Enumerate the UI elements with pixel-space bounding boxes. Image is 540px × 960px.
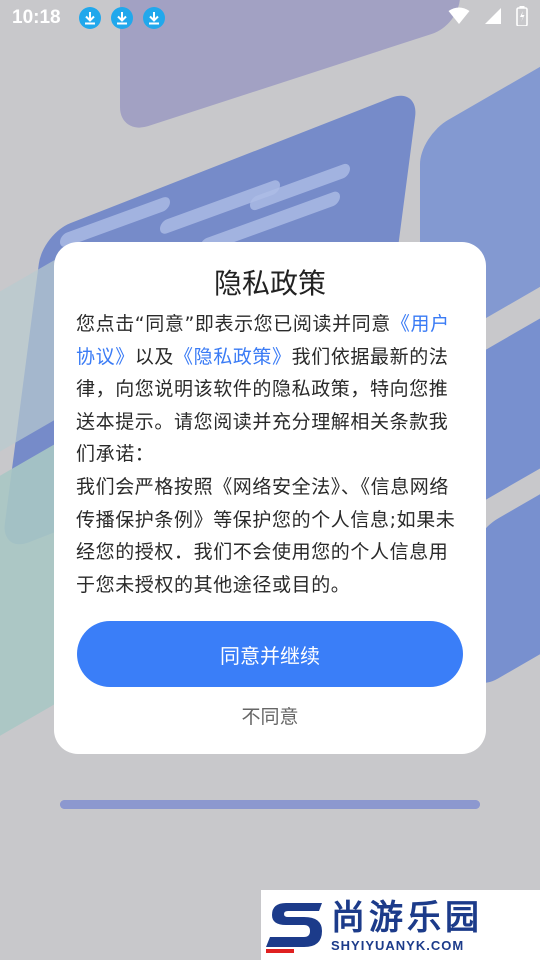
watermark-text: 尚游乐园 SHYIYUANYK.COM (331, 898, 483, 953)
watermark-logo (261, 890, 331, 960)
privacy-policy-link[interactable]: 《隐私政策》 (174, 346, 292, 368)
watermark: 尚游乐园 SHYIYUANYK.COM (261, 890, 540, 960)
download-icon (78, 7, 101, 29)
status-bar: 10:18 (0, 0, 540, 36)
progress-fill (60, 800, 480, 809)
watermark-name: 尚游乐园 (331, 897, 483, 938)
wifi-icon (448, 7, 470, 30)
download-icon (110, 7, 133, 29)
agree-continue-button[interactable]: 同意并继续 (77, 621, 463, 687)
body-text: 我们会严格按照《网络安全法》、《信息网络传播保护条例》等保护您的个人信息;如果未… (76, 475, 456, 596)
status-time: 10:18 (12, 7, 61, 28)
body-text: 您点击“同意”即表示您已阅读并同意 (76, 313, 391, 335)
dialog-body: 您点击“同意”即表示您已阅读并同意《用户协议》以及《隐私政策》我们依据最新的法律… (76, 308, 464, 601)
download-icon (142, 7, 165, 29)
status-icons (448, 5, 528, 31)
disagree-button[interactable]: 不同意 (54, 702, 486, 732)
watermark-domain: SHYIYUANYK.COM (331, 937, 465, 953)
battery-icon (516, 5, 528, 31)
signal-icon (484, 7, 502, 30)
loading-progress-bar (60, 800, 480, 809)
privacy-dialog: 隐私政策 您点击“同意”即表示您已阅读并同意《用户协议》以及《隐私政策》我们依据… (54, 242, 486, 754)
dialog-title: 隐私政策 (213, 267, 326, 300)
body-text: 以及 (134, 345, 175, 368)
